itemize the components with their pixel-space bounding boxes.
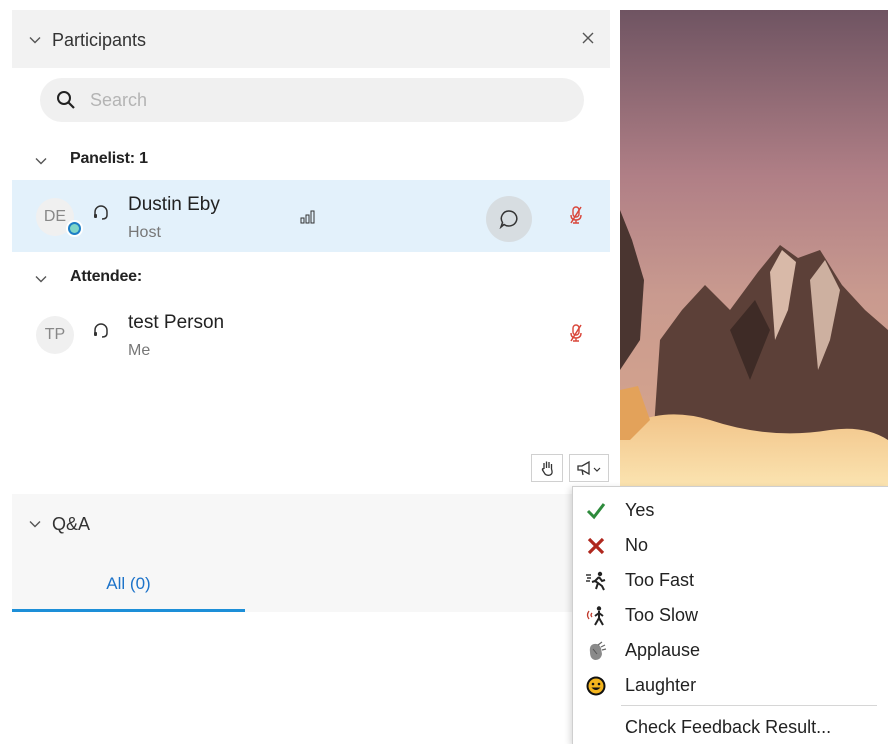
chat-button[interactable]	[486, 196, 532, 242]
presence-status-icon	[66, 220, 83, 237]
avatar: TP	[36, 316, 74, 354]
chevron-down-icon[interactable]	[34, 272, 48, 286]
menu-item-yes[interactable]: Yes	[573, 493, 888, 528]
feedback-menu: Yes No Too Fast Too Slow Applause Laught…	[572, 486, 888, 744]
group-label: Attendee:	[70, 268, 142, 285]
menu-item-no[interactable]: No	[573, 528, 888, 563]
tab-all[interactable]: All (0)	[12, 562, 245, 612]
megaphone-icon	[577, 460, 601, 476]
participants-panel: Participants Panelist: 1 DE Dustin Eby	[12, 10, 610, 744]
participant-role: Host	[128, 224, 161, 241]
menu-item-too-slow[interactable]: Too Slow	[573, 598, 888, 633]
participant-role: Me	[128, 342, 151, 359]
qa-content	[12, 612, 610, 744]
menu-item-laughter[interactable]: Laughter	[573, 668, 888, 703]
muted-mic-icon[interactable]	[569, 205, 583, 225]
participant-row[interactable]: DE Dustin Eby Host	[12, 180, 610, 252]
menu-label: Too Fast	[625, 570, 695, 590]
group-header-panelist[interactable]: Panelist: 1	[12, 144, 610, 174]
chevron-down-icon[interactable]	[34, 154, 48, 168]
video-background-image	[620, 10, 888, 486]
menu-item-applause[interactable]: Applause	[573, 633, 888, 668]
close-icon[interactable]	[580, 30, 596, 46]
x-mark-icon	[585, 535, 607, 557]
menu-label: No	[625, 535, 649, 555]
menu-label: Check Feedback Result...	[625, 717, 832, 737]
group-label: Panelist: 1	[70, 150, 148, 167]
audio-level-icon	[300, 210, 316, 224]
checkmark-icon	[585, 500, 607, 522]
participants-header[interactable]: Participants	[12, 10, 610, 68]
menu-label: Laughter	[625, 675, 697, 695]
search-icon	[56, 90, 76, 110]
participants-list: Panelist: 1 DE Dustin Eby Host	[12, 68, 610, 494]
chat-bubble-icon	[499, 210, 518, 229]
qa-header[interactable]: Q&A	[12, 494, 610, 552]
group-header-attendee[interactable]: Attendee:	[12, 262, 610, 292]
muted-mic-icon[interactable]	[569, 323, 583, 343]
walking-person-icon	[585, 605, 607, 627]
clapping-hands-icon	[585, 640, 607, 662]
feedback-button[interactable]	[569, 454, 609, 482]
tab-label: All (0)	[106, 574, 151, 593]
raise-hand-button[interactable]	[531, 454, 563, 482]
search-box[interactable]	[40, 78, 584, 122]
menu-label: Applause	[625, 640, 701, 660]
raise-hand-icon	[541, 461, 553, 476]
search-input[interactable]	[90, 86, 570, 114]
menu-divider	[621, 705, 877, 706]
chevron-down-icon[interactable]	[28, 33, 42, 47]
participants-title: Participants	[52, 30, 147, 50]
menu-label: Too Slow	[625, 605, 699, 625]
menu-item-check-feedback-result[interactable]: Check Feedback Result...	[573, 710, 888, 744]
headset-icon	[92, 322, 110, 340]
menu-item-too-fast[interactable]: Too Fast	[573, 563, 888, 598]
participant-name: test Person	[128, 312, 225, 333]
chevron-down-icon[interactable]	[28, 517, 42, 531]
participant-name: Dustin Eby	[128, 194, 220, 215]
participant-row[interactable]: TP test Person Me	[12, 298, 610, 370]
smiley-icon	[585, 675, 607, 697]
qa-title: Q&A	[52, 514, 91, 534]
running-person-icon	[585, 570, 607, 592]
headset-icon	[92, 204, 110, 222]
menu-label: Yes	[625, 500, 655, 520]
